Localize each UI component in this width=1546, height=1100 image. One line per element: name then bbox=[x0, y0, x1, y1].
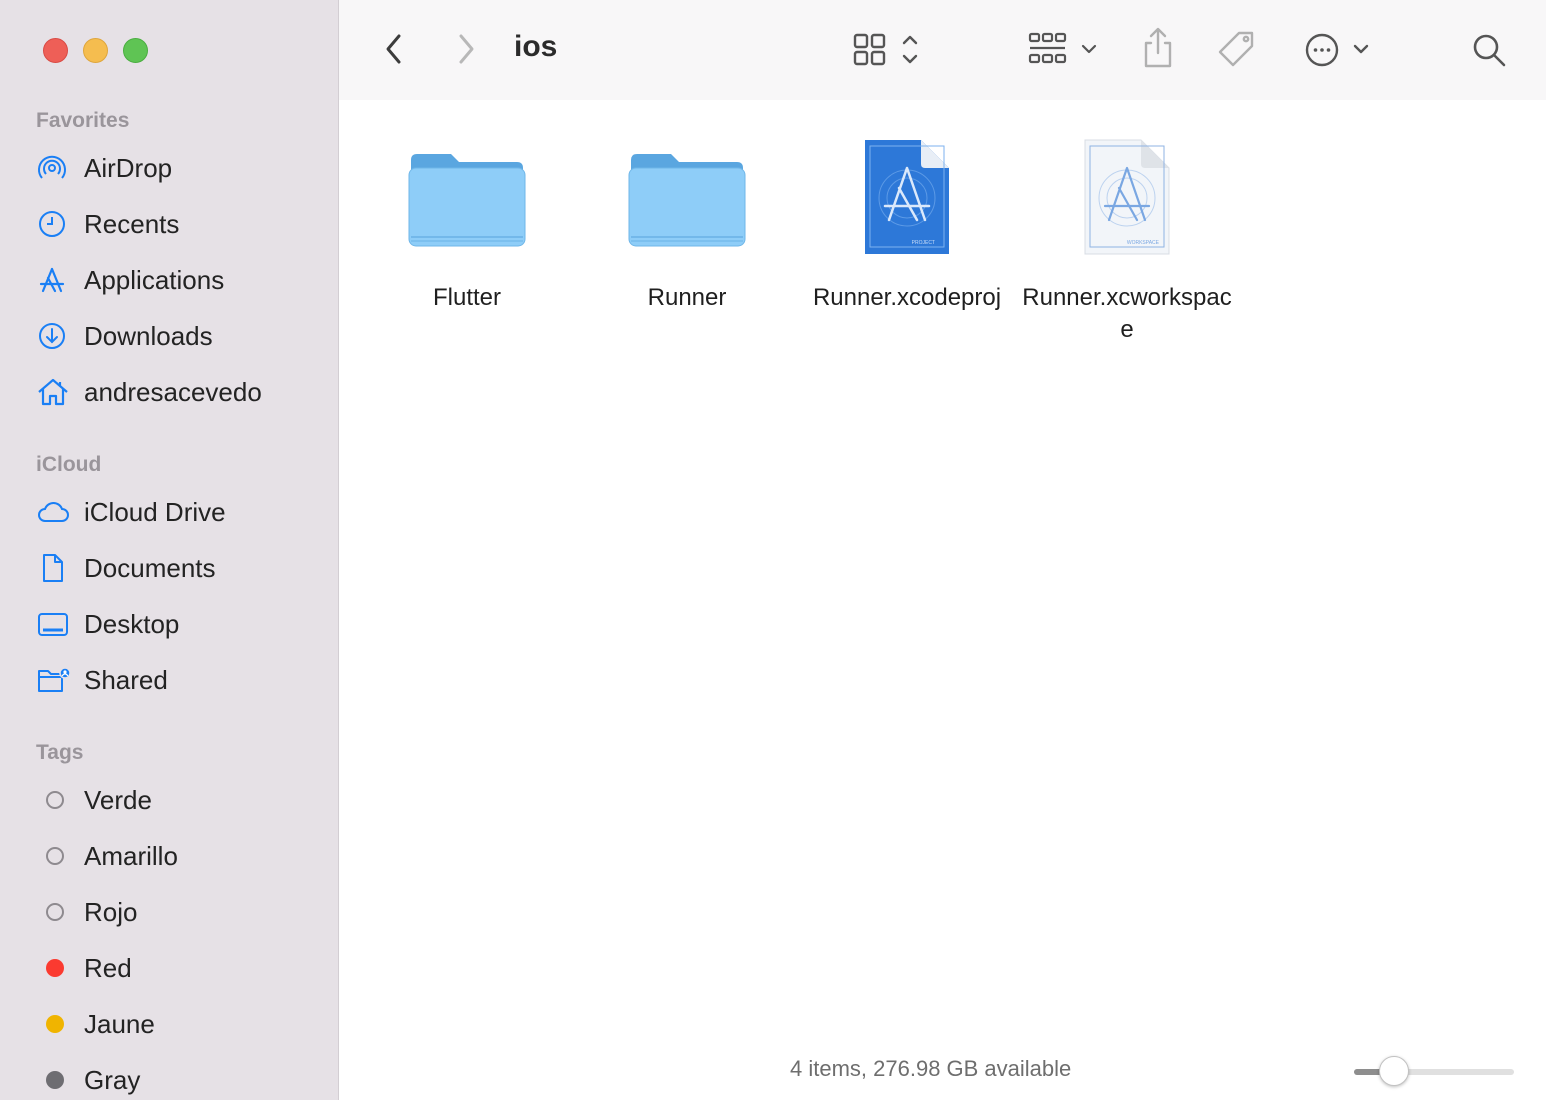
file-item-xcworkspace[interactable]: WORKSPACE Runner.xcworkspac e bbox=[1017, 132, 1237, 346]
xcode-project-icon: PROJECT bbox=[865, 140, 949, 254]
sidebar-item-label: Downloads bbox=[84, 320, 213, 351]
sidebar-tag-red[interactable]: Red bbox=[36, 946, 326, 990]
group-button[interactable] bbox=[1024, 28, 1104, 72]
file-item-runner[interactable]: Runner bbox=[577, 132, 797, 314]
tag-dot-icon bbox=[46, 1071, 64, 1089]
chevron-right-icon bbox=[459, 34, 474, 64]
file-name: Flutter bbox=[432, 284, 501, 311]
file-name-line: Runner.xcworkspac e bbox=[1022, 284, 1232, 343]
sidebar-item-airdrop[interactable]: AirDrop bbox=[36, 146, 326, 190]
sidebar-item-label: Applications bbox=[84, 264, 225, 295]
clock-icon bbox=[36, 204, 76, 244]
ellipsis-circle-icon bbox=[1305, 33, 1369, 67]
sidebar-item-shared[interactable]: Shared bbox=[36, 658, 326, 702]
window-controls bbox=[43, 38, 148, 63]
download-icon bbox=[36, 316, 76, 356]
sidebar-item-icloud-drive[interactable]: iCloud Drive bbox=[36, 490, 326, 534]
sidebar-tag-verde[interactable]: Verde bbox=[36, 778, 326, 822]
file-item-flutter[interactable]: Flutter bbox=[357, 132, 577, 314]
desktop-icon bbox=[36, 604, 76, 644]
sidebar-item-desktop[interactable]: Desktop bbox=[36, 602, 326, 646]
document-icon bbox=[36, 548, 76, 588]
file-name: Runner.xcworkspac e bbox=[1017, 282, 1237, 346]
chevron-left-icon bbox=[386, 34, 401, 64]
icon-size-slider-track[interactable] bbox=[1354, 1069, 1514, 1075]
tag-dot-icon bbox=[46, 791, 64, 809]
finder-window: Favorites AirDrop Recents Applications D… bbox=[0, 0, 1546, 1100]
sidebar-tag-jaune[interactable]: Jaune bbox=[36, 1002, 326, 1046]
file-item-xcodeproj[interactable]: PROJECT Runner.xcodeproj bbox=[797, 132, 1017, 314]
sidebar-tag-gray[interactable]: Gray bbox=[36, 1058, 326, 1100]
view-mode-button[interactable] bbox=[850, 30, 926, 70]
workspace-badge-text: WORKSPACE bbox=[1127, 240, 1160, 246]
folder-icon bbox=[628, 154, 746, 247]
share-button[interactable] bbox=[1138, 26, 1178, 72]
status-bar: 4 items, 276.98 GB available bbox=[339, 1040, 1546, 1100]
airdrop-icon bbox=[36, 148, 76, 188]
sidebar-item-label: Gray bbox=[84, 1064, 141, 1095]
section-icloud: iCloud bbox=[36, 453, 102, 476]
sidebar-item-applications[interactable]: Applications bbox=[36, 258, 326, 302]
applications-icon bbox=[36, 260, 76, 300]
sidebar-item-label: Rojo bbox=[84, 896, 138, 927]
sidebar-item-label: Desktop bbox=[84, 608, 180, 639]
section-tags: Tags bbox=[36, 741, 84, 764]
grid-view-icon bbox=[853, 33, 918, 66]
forward-button[interactable] bbox=[448, 28, 484, 70]
search-icon bbox=[1473, 34, 1506, 67]
close-button[interactable] bbox=[43, 38, 68, 63]
sidebar-tag-amarillo[interactable]: Amarillo bbox=[36, 834, 326, 878]
window-title: ios bbox=[514, 30, 558, 63]
file-name: Runner.xcodeproj bbox=[812, 284, 1002, 311]
sidebar: Favorites AirDrop Recents Applications D… bbox=[0, 0, 339, 1100]
sidebar-item-label: Amarillo bbox=[84, 840, 178, 871]
home-icon bbox=[36, 372, 76, 412]
sidebar-item-documents[interactable]: Documents bbox=[36, 546, 326, 590]
sidebar-item-label: AirDrop bbox=[84, 152, 173, 183]
zoom-button[interactable] bbox=[123, 38, 148, 63]
cloud-icon bbox=[36, 492, 76, 532]
minimize-button[interactable] bbox=[83, 38, 108, 63]
folder-icon bbox=[408, 154, 526, 247]
sidebar-item-home[interactable]: andresacevedo bbox=[36, 370, 326, 414]
more-actions-button[interactable] bbox=[1300, 28, 1380, 72]
tag-dot-icon bbox=[46, 1015, 64, 1033]
status-text: 4 items, 276.98 GB available bbox=[790, 1056, 1072, 1081]
sidebar-item-recents[interactable]: Recents bbox=[36, 202, 326, 246]
project-badge-text: PROJECT bbox=[912, 240, 935, 246]
sidebar-item-label: iCloud Drive bbox=[84, 496, 226, 527]
file-name: Runner bbox=[647, 284, 727, 311]
sidebar-item-label: Jaune bbox=[84, 1008, 155, 1039]
tag-dot-icon bbox=[46, 847, 64, 865]
back-button[interactable] bbox=[376, 28, 412, 70]
sidebar-item-downloads[interactable]: Downloads bbox=[36, 314, 326, 358]
tag-dot-icon bbox=[46, 903, 64, 921]
sidebar-item-label: Red bbox=[84, 952, 132, 983]
sidebar-item-label: andresacevedo bbox=[84, 376, 262, 407]
search-button[interactable] bbox=[1468, 28, 1510, 72]
tag-icon bbox=[1218, 31, 1254, 67]
tag-dot-icon bbox=[46, 959, 64, 977]
sidebar-item-label: Verde bbox=[84, 784, 152, 815]
section-favorites: Favorites bbox=[36, 109, 130, 132]
group-icon bbox=[1028, 32, 1097, 64]
share-icon bbox=[1144, 27, 1172, 68]
sidebar-tag-rojo[interactable]: Rojo bbox=[36, 890, 326, 934]
sidebar-item-label: Recents bbox=[84, 208, 180, 239]
sidebar-item-label: Documents bbox=[84, 552, 216, 583]
shared-folder-icon bbox=[36, 660, 76, 700]
sidebar-item-label: Shared bbox=[84, 664, 168, 695]
xcode-workspace-icon: WORKSPACE bbox=[1084, 139, 1170, 255]
icon-size-slider-knob[interactable] bbox=[1379, 1056, 1409, 1086]
tag-button[interactable] bbox=[1214, 28, 1260, 72]
